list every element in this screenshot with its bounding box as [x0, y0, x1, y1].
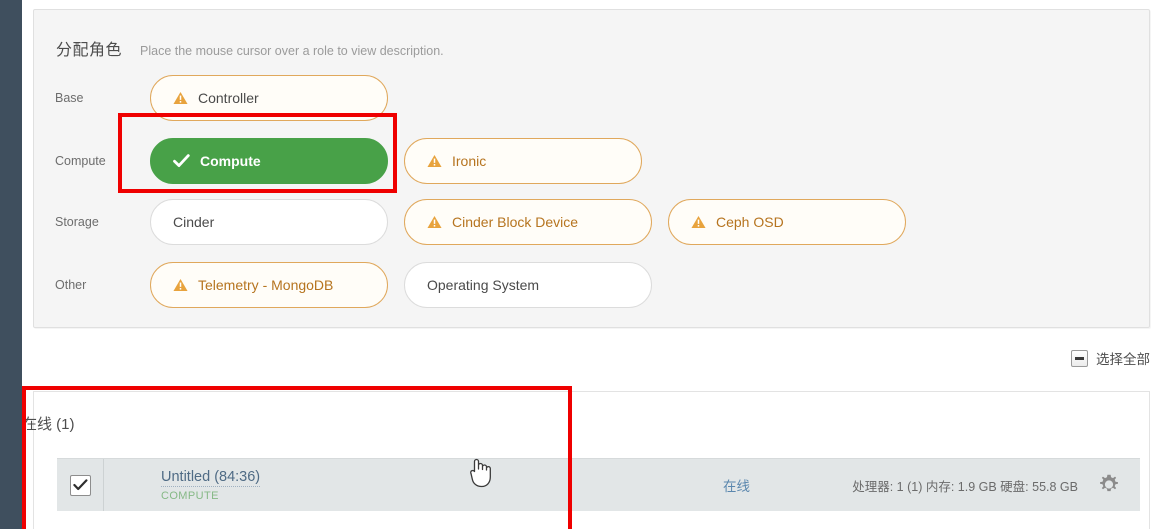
node-checkbox-cell[interactable] — [57, 459, 104, 511]
warning-triangle-icon — [691, 215, 706, 229]
node-info-cell: Untitled (84:36) COMPUTE — [104, 468, 261, 503]
role-button-label: Compute — [200, 153, 261, 169]
role-button-cinder-block-device[interactable]: Cinder Block Device — [404, 199, 652, 245]
app-sidebar-rail — [0, 0, 22, 529]
table-row[interactable]: Untitled (84:36) COMPUTE 在线 处理器: 1 (1) 内… — [57, 458, 1140, 511]
role-button-cinder[interactable]: Cinder — [150, 199, 388, 245]
gear-icon[interactable] — [1098, 474, 1120, 496]
role-button-ceph-osd[interactable]: Ceph OSD — [668, 199, 906, 245]
node-role-label: COMPUTE — [161, 490, 219, 503]
role-row-label-compute: Compute — [55, 154, 106, 168]
check-icon — [173, 154, 190, 168]
role-buttons-storage: Cinder Cinder Block Device Ceph OSD — [150, 199, 906, 245]
role-button-label: Operating System — [427, 277, 540, 293]
role-button-label: Ironic — [452, 153, 487, 169]
role-button-compute[interactable]: Compute — [150, 138, 388, 184]
role-buttons-base: Controller — [150, 75, 388, 121]
role-button-label: Telemetry - MongoDB — [198, 277, 334, 293]
nodes-group-title: 在线 (1) — [22, 416, 75, 433]
role-buttons-other: Telemetry - MongoDB Operating System — [150, 262, 652, 308]
role-button-telemetry-mongodb[interactable]: Telemetry - MongoDB — [150, 262, 388, 308]
role-row-label-other: Other — [55, 278, 87, 292]
sidebar-gap — [22, 0, 32, 529]
role-buttons-compute: Compute Ironic — [150, 138, 642, 184]
roles-panel-title: 分配角色 — [56, 42, 123, 59]
node-stats: 处理器: 1 (1) 内存: 1.9 GB 硬盘: 55.8 GB — [852, 479, 1078, 494]
select-all-indeterminate-checkbox[interactable] — [1071, 349, 1088, 367]
node-status-link[interactable]: 在线 — [723, 475, 750, 495]
role-button-ironic[interactable]: Ironic — [404, 138, 642, 184]
select-all-top-label: 选择全部 — [1096, 352, 1150, 367]
role-row-base: Base Controller — [55, 75, 1145, 121]
select-all-top[interactable]: 选择全部 — [1071, 348, 1150, 368]
warning-triangle-icon — [173, 278, 188, 292]
role-button-label: Cinder Block Device — [452, 214, 579, 230]
roles-header: 分配角色 Place the mouse cursor over a role … — [56, 36, 444, 60]
node-name-link[interactable]: Untitled (84:36) — [161, 468, 261, 488]
role-button-operating-system[interactable]: Operating System — [404, 262, 652, 308]
warning-triangle-icon — [427, 215, 442, 229]
role-button-label: Ceph OSD — [716, 214, 784, 230]
role-button-label: Cinder — [173, 214, 215, 230]
screen: 分配角色 Place the mouse cursor over a role … — [0, 0, 1168, 529]
roles-panel-hint: Place the mouse cursor over a role to vi… — [140, 44, 444, 58]
warning-triangle-icon — [427, 154, 442, 168]
node-checkbox[interactable] — [69, 474, 91, 496]
role-row-label-storage: Storage — [55, 215, 99, 229]
role-row-label-base: Base — [55, 91, 84, 105]
role-button-controller[interactable]: Controller — [150, 75, 388, 121]
warning-triangle-icon — [173, 91, 188, 105]
role-row-storage: Storage Cinder Cinder Block Device Ceph … — [55, 199, 1145, 245]
role-button-label: Controller — [198, 90, 259, 106]
role-row-compute: Compute Compute Ironic — [55, 138, 1145, 184]
role-row-other: Other Telemetry - MongoDB Operating Syst… — [55, 262, 1145, 308]
